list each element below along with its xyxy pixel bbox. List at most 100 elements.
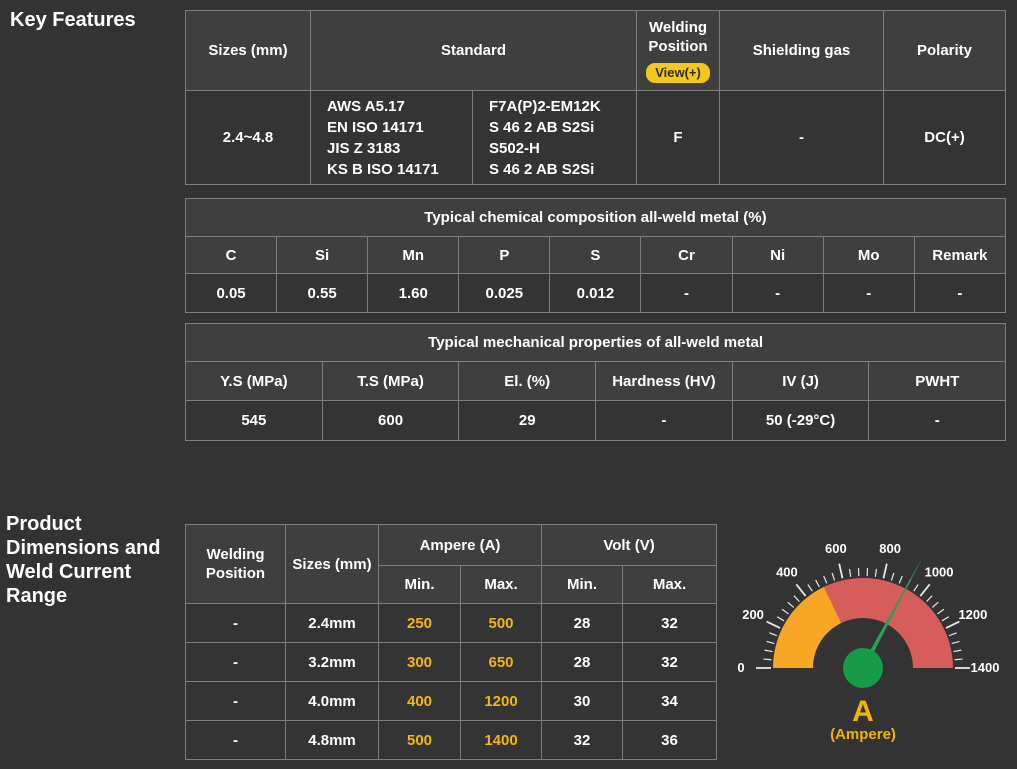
col-ts: T.S (MPa) (322, 362, 459, 401)
ampere-max-header: Max. (461, 566, 542, 604)
size-value: 3.2mm (286, 643, 379, 682)
volt-max-value: 32 (623, 604, 717, 643)
shielding-gas-header: Shielding gas (720, 11, 884, 91)
gauge-unit-sublabel: (Ampere) (720, 726, 1006, 743)
svg-text:200: 200 (742, 607, 764, 622)
mechanical-values-row: 545 600 29 - 50 (-29°C) - (186, 401, 1006, 441)
chemical-table-title-row: Typical chemical composition all-weld me… (186, 199, 1006, 237)
mechanical-properties-table: Typical mechanical properties of all-wel… (185, 323, 1006, 441)
col-pwht: PWHT (869, 362, 1006, 401)
current-welding-position-header: Welding Position (186, 525, 286, 604)
col-mn: Mn (368, 237, 459, 274)
amp-max-value: 650 (461, 643, 542, 682)
col-iv: IV (J) (732, 362, 869, 401)
size-value: 4.0mm (286, 682, 379, 721)
val-iv: 50 (-29°C) (732, 401, 869, 441)
val-si: 0.55 (277, 274, 368, 313)
col-hardness: Hardness (HV) (596, 362, 733, 401)
volt-min-value: 30 (542, 682, 623, 721)
col-p: P (459, 237, 550, 274)
col-s: S (550, 237, 641, 274)
current-row-3-2mm: - 3.2mm 300 650 28 32 (186, 643, 717, 682)
val-s: 0.012 (550, 274, 641, 313)
mechanical-table-title-row: Typical mechanical properties of all-wel… (186, 324, 1006, 362)
val-ni: - (732, 274, 823, 313)
welding-position-header: Welding Position View(+) (637, 11, 720, 91)
gauge-unit-label: A (720, 696, 1006, 728)
key-features-heading: Key Features (10, 8, 136, 32)
amp-min-value: 500 (379, 721, 461, 760)
current-row-2-4mm: - 2.4mm 250 500 28 32 (186, 604, 717, 643)
chemical-values-row: 0.05 0.55 1.60 0.025 0.012 - - - - (186, 274, 1006, 313)
val-hardness: - (596, 401, 733, 441)
val-remark: - (914, 274, 1005, 313)
chemical-table-title: Typical chemical composition all-weld me… (186, 199, 1006, 237)
val-el: 29 (459, 401, 596, 441)
view-button[interactable]: View(+) (646, 63, 710, 83)
amp-min-value: 300 (379, 643, 461, 682)
wp-value: - (186, 643, 286, 682)
welding-position-label: Welding Position (637, 18, 719, 56)
volt-min-value: 28 (542, 604, 623, 643)
val-mn: 1.60 (368, 274, 459, 313)
val-cr: - (641, 274, 732, 313)
svg-text:1200: 1200 (958, 607, 987, 622)
svg-text:1400: 1400 (971, 660, 1000, 675)
col-mo: Mo (823, 237, 914, 274)
gauge-dial: 0 200 400 600 800 1000 1200 1400 (720, 520, 1017, 692)
svg-text:800: 800 (879, 541, 901, 556)
val-mo: - (823, 274, 914, 313)
ampere-gauge: 0 200 400 600 800 1000 1200 1400 A (Ampere) (720, 520, 1017, 769)
standard-header: Standard (311, 11, 637, 91)
val-c: 0.05 (186, 274, 277, 313)
wp-value: - (186, 721, 286, 760)
val-ts: 600 (322, 401, 459, 441)
chemical-composition-table: Typical chemical composition all-weld me… (185, 198, 1006, 313)
col-remark: Remark (914, 237, 1005, 274)
col-ni: Ni (732, 237, 823, 274)
shielding-gas-value: - (720, 91, 884, 185)
volt-min-header: Min. (542, 566, 623, 604)
welding-position-value: F (637, 91, 720, 185)
current-row-4-8mm: - 4.8mm 500 1400 32 36 (186, 721, 717, 760)
standard-codes-left: AWS A5.17 EN ISO 14171 JIS Z 3183 KS B I… (311, 91, 473, 185)
amp-max-value: 1400 (461, 721, 542, 760)
col-si: Si (277, 237, 368, 274)
chemical-table-header-row: C Si Mn P S Cr Ni Mo Remark (186, 237, 1006, 274)
polarity-value: DC(+) (884, 91, 1006, 185)
standards-table: Sizes (mm) Standard Welding Position Vie… (185, 10, 1006, 185)
polarity-header: Polarity (884, 11, 1006, 91)
current-row-4-0mm: - 4.0mm 400 1200 30 34 (186, 682, 717, 721)
standards-data-row: 2.4~4.8 AWS A5.17 EN ISO 14171 JIS Z 318… (186, 91, 1006, 185)
svg-text:600: 600 (825, 541, 847, 556)
current-range-table: Welding Position Sizes (mm) Ampere (A) V… (185, 524, 717, 760)
amp-min-value: 400 (379, 682, 461, 721)
size-value: 4.8mm (286, 721, 379, 760)
svg-text:400: 400 (776, 565, 798, 580)
current-sizes-header: Sizes (mm) (286, 525, 379, 604)
volt-min-value: 28 (542, 643, 623, 682)
col-cr: Cr (641, 237, 732, 274)
volt-header: Volt (V) (542, 525, 717, 566)
volt-max-value: 36 (623, 721, 717, 760)
wp-value: - (186, 682, 286, 721)
ampere-header: Ampere (A) (379, 525, 542, 566)
amp-max-value: 1200 (461, 682, 542, 721)
svg-text:1000: 1000 (925, 565, 954, 580)
sizes-value: 2.4~4.8 (186, 91, 311, 185)
col-el: El. (%) (459, 362, 596, 401)
mechanical-table-title: Typical mechanical properties of all-wel… (186, 324, 1006, 362)
wp-value: - (186, 604, 286, 643)
amp-max-value: 500 (461, 604, 542, 643)
standard-codes-right: F7A(P)2-EM12K S 46 2 AB S2Si S502-H S 46… (473, 91, 637, 185)
val-ys: 545 (186, 401, 323, 441)
size-value: 2.4mm (286, 604, 379, 643)
volt-min-value: 32 (542, 721, 623, 760)
val-p: 0.025 (459, 274, 550, 313)
current-table-header-row-1: Welding Position Sizes (mm) Ampere (A) V… (186, 525, 717, 566)
volt-max-header: Max. (623, 566, 717, 604)
standards-header-row: Sizes (mm) Standard Welding Position Vie… (186, 11, 1006, 91)
col-c: C (186, 237, 277, 274)
svg-text:0: 0 (737, 660, 744, 675)
product-dimensions-heading: Product Dimensions and Weld Current Rang… (6, 512, 178, 608)
